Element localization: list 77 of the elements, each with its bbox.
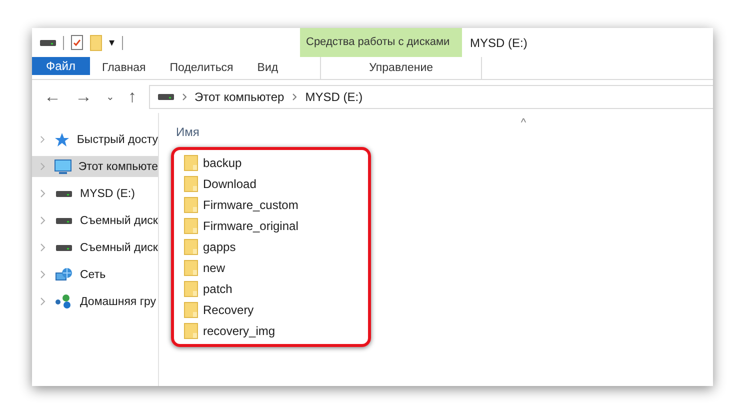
file-menu-tab[interactable]: Файл: [32, 57, 90, 75]
folder-name: Recovery: [203, 303, 254, 317]
sidebar-label: Быстрый досту: [76, 134, 158, 146]
folder-item[interactable]: Firmware_original: [182, 217, 360, 235]
sidebar-item[interactable]: MYSD (E:): [32, 183, 158, 204]
monitor-icon: [54, 158, 72, 174]
drive-icon: [56, 216, 72, 224]
folder-item[interactable]: recovery_img: [182, 322, 360, 340]
folder-icon: [184, 323, 198, 339]
folder-icon: [184, 281, 198, 297]
ribbon-tab[interactable]: Вид: [245, 57, 290, 79]
homegroup-icon: [55, 294, 73, 310]
context-tab-group: Средства работы с дисками: [300, 28, 462, 57]
folder-icon: [184, 260, 198, 276]
folder-icon: [184, 302, 198, 318]
folder-item[interactable]: gapps: [182, 238, 360, 256]
drive-icon: [158, 92, 174, 100]
drive-icon: [56, 190, 72, 198]
expand-icon[interactable]: [40, 216, 46, 225]
sidebar-label: Домашняя гру: [80, 296, 156, 308]
star-icon: [54, 132, 70, 148]
sidebar-item[interactable]: Сеть: [32, 264, 158, 285]
folder-name: backup: [203, 156, 242, 170]
sidebar-label: Съемный диск: [80, 242, 158, 254]
expand-icon[interactable]: [40, 189, 46, 198]
folder-item[interactable]: backup: [182, 154, 360, 172]
sidebar-label: Съемный диск: [80, 214, 158, 226]
column-header[interactable]: Имя: [176, 125, 200, 139]
expand-icon[interactable]: [40, 270, 46, 279]
sidebar-item[interactable]: Съемный диск: [32, 237, 158, 258]
folder-icon: [184, 239, 198, 255]
drive-icon: [56, 244, 72, 252]
properties-icon[interactable]: [71, 35, 83, 50]
up-button[interactable]: ↑: [126, 86, 138, 106]
sidebar-item[interactable]: Этот компьюте: [32, 156, 158, 177]
expand-icon[interactable]: [40, 297, 46, 306]
sidebar-item[interactable]: Быстрый досту: [32, 129, 158, 150]
folder-item[interactable]: Firmware_custom: [182, 196, 360, 214]
sidebar-label: Этот компьюте: [78, 160, 158, 172]
folder-name: gapps: [203, 240, 236, 254]
network-icon: [55, 266, 73, 282]
chevron-icon: [182, 92, 186, 100]
back-button[interactable]: ←: [42, 86, 63, 106]
folder-item[interactable]: patch: [182, 280, 360, 298]
window-title: MYSD (E:): [469, 35, 528, 52]
folder-name: new: [203, 261, 226, 275]
new-folder-icon[interactable]: [90, 34, 102, 50]
forward-button[interactable]: →: [73, 86, 94, 106]
expand-icon[interactable]: [40, 162, 46, 171]
breadcrumb[interactable]: MYSD (E:): [305, 90, 363, 104]
sidebar-label: Сеть: [80, 268, 106, 280]
address-bar[interactable]: Этот компьютер MYSD (E:): [148, 84, 713, 108]
sidebar-item[interactable]: Съемный диск: [32, 210, 158, 231]
folder-name: Firmware_custom: [203, 198, 298, 212]
folder-item[interactable]: Recovery: [182, 301, 360, 319]
folder-name: patch: [203, 282, 232, 296]
sort-icon: ^: [520, 117, 526, 139]
folder-icon: [184, 176, 198, 192]
folder-name: Firmware_original: [203, 219, 298, 233]
customize-menu-icon[interactable]: ▾: [109, 36, 115, 49]
sidebar-label: MYSD (E:): [80, 188, 135, 200]
chevron-icon: [292, 92, 298, 100]
folder-icon: [184, 155, 198, 171]
folder-item[interactable]: new: [182, 259, 360, 277]
folder-item[interactable]: Download: [182, 175, 360, 193]
folder-name: Download: [203, 177, 256, 191]
folder-name: recovery_img: [203, 324, 276, 338]
folder-icon: [184, 218, 198, 234]
breadcrumb[interactable]: Этот компьютер: [194, 90, 284, 104]
expand-icon[interactable]: [40, 243, 46, 252]
expand-icon[interactable]: [40, 135, 46, 144]
recent-locations-button[interactable]: ⌄: [104, 90, 116, 102]
drive-icon: [40, 38, 56, 46]
folder-icon: [184, 197, 198, 213]
ribbon-tab[interactable]: Поделиться: [158, 57, 246, 79]
ribbon-tab[interactable]: Главная: [90, 57, 158, 79]
sidebar-item[interactable]: Домашняя гру: [32, 291, 158, 312]
